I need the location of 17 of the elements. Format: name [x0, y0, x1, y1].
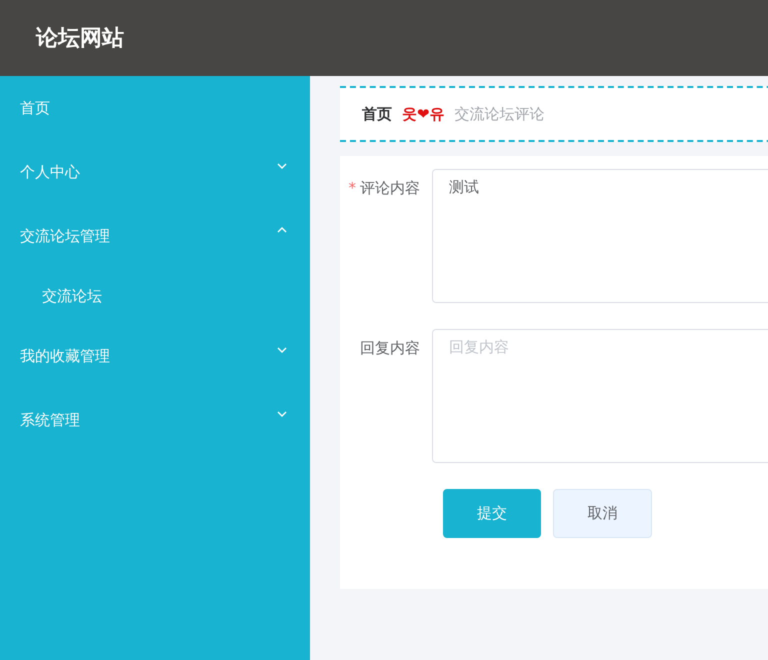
breadcrumb-separator: 웃❤유 — [402, 104, 445, 124]
sidebar-item[interactable]: 首页 — [0, 76, 310, 140]
sidebar-item[interactable]: 我的收藏管理 — [0, 324, 310, 388]
site-title: 论坛网站 — [36, 25, 124, 53]
sidebar-item[interactable]: 交流论坛管理 — [0, 204, 310, 268]
sidebar-item[interactable]: 个人中心 — [0, 140, 310, 204]
breadcrumb-item: 交流论坛评论 — [454, 104, 545, 124]
text-area[interactable]: 回复内容 — [432, 329, 768, 463]
field-label: 评论内容 — [360, 179, 420, 197]
sidebar-item[interactable]: 系统管理 — [0, 388, 310, 452]
field-label: 回复内容 — [360, 339, 420, 357]
text-area[interactable]: 测试 — [432, 169, 768, 303]
submit-button[interactable]: 提交 — [443, 489, 541, 538]
sidebar-subitem[interactable]: 交流论坛 — [0, 268, 310, 324]
breadcrumb-item[interactable]: 首页 — [362, 104, 392, 124]
required-mark: * — [348, 179, 356, 197]
cancel-button[interactable]: 取消 — [553, 489, 652, 538]
